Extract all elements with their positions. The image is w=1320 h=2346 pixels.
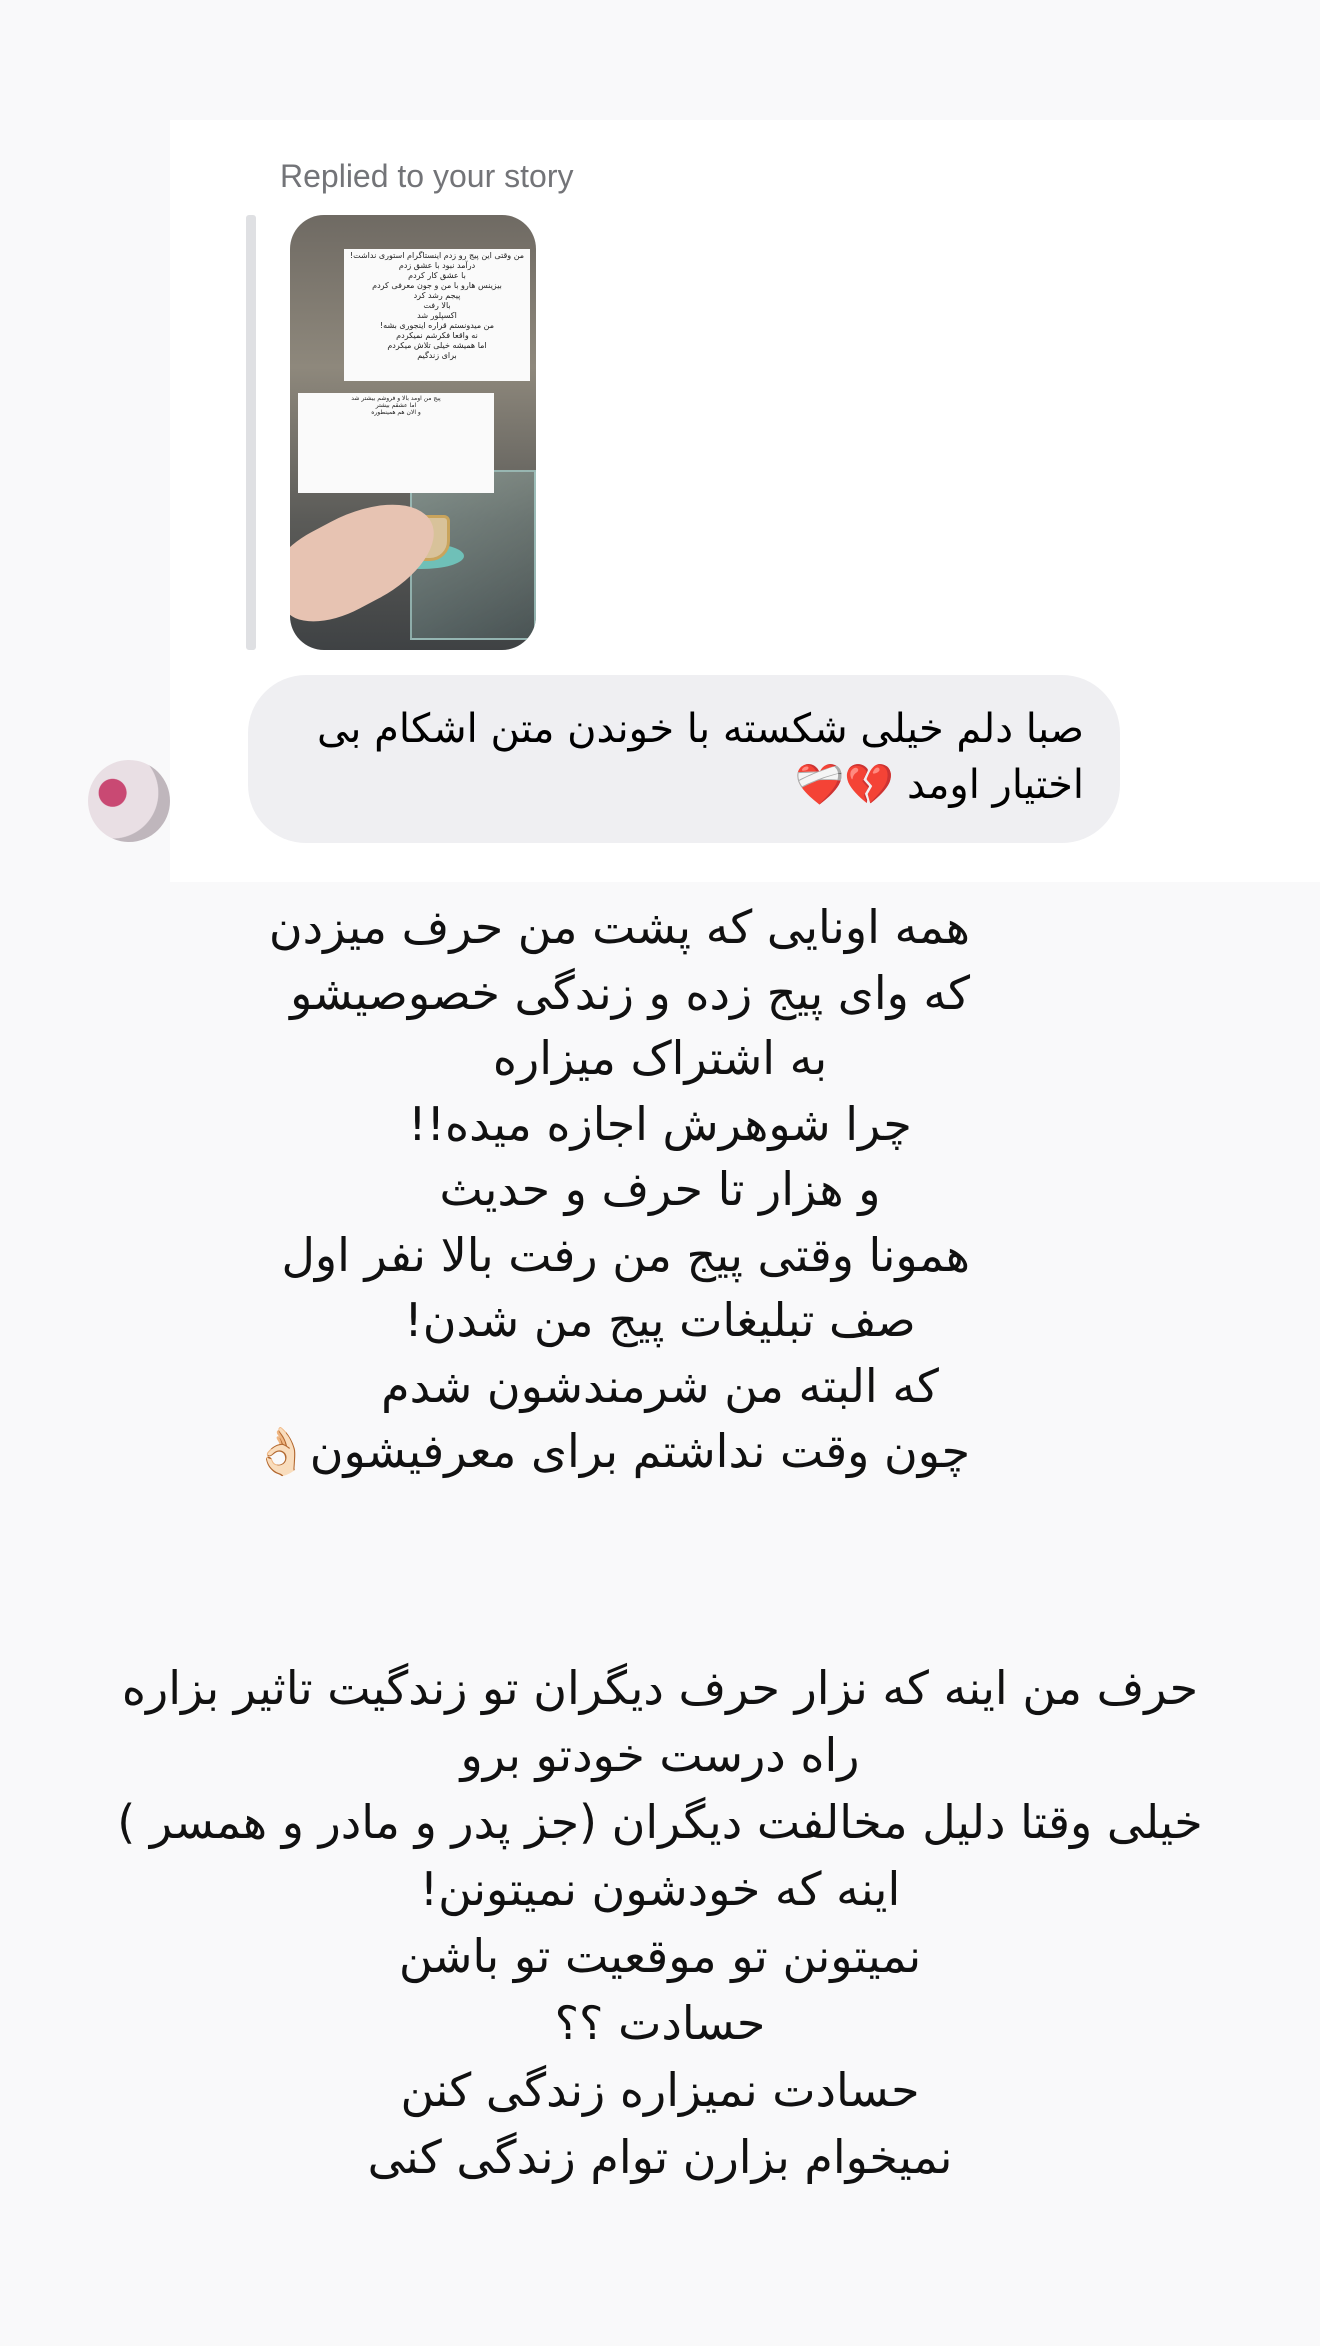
story-text-line: حسادت نمیزاره زندگی کنن: [400, 2063, 920, 2117]
story-text-line: حسادت ؟؟: [554, 1996, 766, 2050]
sender-avatar[interactable]: [88, 760, 170, 842]
story-text-line: نمیخوام بزارن توام زندگی کنی: [367, 2130, 953, 2184]
replied-to-story-label: Replied to your story: [280, 158, 574, 194]
story-text-line: به اشتراک میزاره: [492, 1031, 828, 1085]
story-quote-bar: [246, 215, 256, 650]
reply-message-bubble[interactable]: صبا دلم خیلی شکسته با خوندن متن اشکام بی…: [248, 675, 1120, 843]
story-text-line: اینه که خودشون نمیتونن!: [419, 1862, 901, 1916]
story-text-line: که البته من شرمندشون شدم: [381, 1358, 939, 1413]
story-text-line: نمیتونن تو موقعیت تو باشن: [398, 1929, 922, 1983]
story-text-line: که وای پیج زده و زندگی خصوصیشو: [290, 965, 970, 1020]
story-text-line: و هزار تا حرف و حدیث: [439, 1162, 881, 1216]
dm-reply-card: Replied to your story من وقتی این پیج رو…: [170, 120, 1320, 882]
story-text-line: چرا شوهرش اجازه میده!!: [408, 1096, 912, 1151]
story-note-secondary: پیج من اومد بالا و فروشم بیشتر شد اما عش…: [298, 393, 494, 493]
story-text-line: همه اونایی که پشت من حرف میزدن: [268, 900, 970, 954]
avatar-clip-area: [0, 740, 170, 890]
story-text-line: حرف من اینه که نزار حرف دیگران تو زندگیت…: [121, 1661, 1199, 1715]
story-text-block-two: حرف من اینه که نزار حرف دیگران تو زندگیت…: [60, 1655, 1260, 2191]
story-preview-thumbnail[interactable]: من وقتی این پیج رو زدم اینستاگرام استوری…: [290, 215, 536, 650]
story-text-line: خیلی وقتا دلیل مخالفت دیگران (جز پدر و م…: [117, 1795, 1203, 1849]
story-text-line: همونا وقتی پیج من رفت بالا نفر اول: [281, 1227, 970, 1282]
story-text-line: صف تبلیغات پیج من شدن!: [404, 1293, 916, 1347]
story-text-line: چون وقت نداشتم برای معرفیشون👌🏻: [252, 1424, 970, 1478]
story-note-primary: من وقتی این پیج رو زدم اینستاگرام استوری…: [344, 249, 530, 381]
story-text-line: راه درست خودتو برو: [460, 1728, 860, 1782]
story-text-block-one: همه اونایی که پشت من حرف میزدن که وای پی…: [252, 895, 970, 1485]
